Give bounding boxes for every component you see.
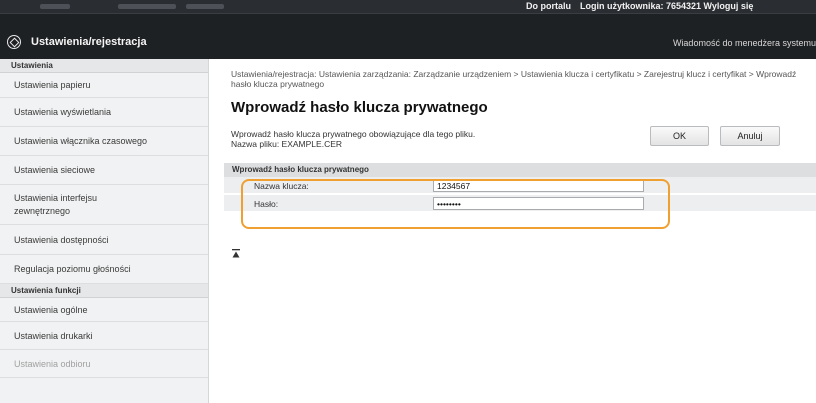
sidebar-item-label: Ustawienia włącznika czasowego [14,136,148,146]
sidebar-item-label: Ustawienia drukarki [14,330,93,341]
sidebar-item-network[interactable]: Ustawienia sieciowe [0,156,208,185]
main-content: Ustawienia/rejestracja: Ustawienia zarzą… [209,59,816,403]
sidebar-item-label: Ustawienia dostępności [14,234,109,245]
sidebar-item-volume[interactable]: Regulacja poziomu głośności [0,255,208,284]
ok-button[interactable]: OK [650,126,709,146]
highlight-outline [241,179,670,229]
info-instruction: Wprowadź hasło klucza prywatnego obowiąz… [231,129,476,139]
panel-title: Wprowadź hasło klucza prywatnego [224,163,816,177]
sidebar-item-label: Ustawienia sieciowe [14,165,96,175]
sidebar-item-printer[interactable]: Ustawienia drukarki [0,322,208,350]
sidebar-item-accessibility[interactable]: Ustawienia dostępności [0,225,208,255]
sidebar-item-label: Ustawienia ogólne [14,304,88,315]
private-key-password-panel: Wprowadź hasło klucza prywatnego Nazwa k… [224,163,816,233]
sidebar-item-label: Ustawienia wyświetlania [14,107,112,117]
sidebar-item-receive[interactable]: Ustawienia odbioru [0,350,208,378]
scroll-to-top-icon[interactable] [232,249,240,258]
cancel-button[interactable]: Anuluj [720,126,780,146]
sidebar-item-external-interface[interactable]: Ustawienia interfejsu zewnętrznego [0,185,208,225]
blurred-text [118,4,176,9]
breadcrumb[interactable]: Ustawienia/rejestracja: Ustawienia zarzą… [231,69,811,89]
settings-logo-icon [7,35,21,49]
sidebar-section-functions: Ustawienia funkcji [0,284,208,298]
sidebar-item-label: Ustawienia papieru [14,80,91,90]
sidebar-item-paper[interactable]: Ustawienia papieru [0,73,208,98]
sidebar-item-timer[interactable]: Ustawienia włącznika czasowego [0,127,208,156]
sidebar-item-label: Ustawienia interfejsu zewnętrznego [14,192,98,216]
blurred-text [186,4,224,9]
top-bar: Do portalu Login użytkownika: 7654321 Wy… [0,0,816,13]
page-title: Wprowadź hasło klucza prywatnego [231,99,488,116]
login-status[interactable]: Login użytkownika: 7654321 Wyloguj się [580,1,753,11]
sidebar-item-general[interactable]: Ustawienia ogólne [0,298,208,322]
app-title: Ustawienia/rejestracja [31,36,147,48]
message-to-admin-link[interactable]: Wiadomość do menedżera systemu [673,38,816,48]
app-header: Ustawienia/rejestracja Wiadomość do mene… [0,13,816,59]
sidebar-item-label: Regulacja poziomu głośności [14,264,131,274]
info-text: Wprowadź hasło klucza prywatnego obowiąz… [231,129,475,149]
sidebar-section-settings: Ustawienia [0,59,208,73]
blurred-text [40,4,70,9]
sidebar-item-label: Ustawienia odbioru [14,358,91,369]
portal-link[interactable]: Do portalu [526,1,571,11]
file-name-text: Nazwa pliku: EXAMPLE.CER [231,139,343,149]
sidebar: Ustawienia Ustawienia papieru Ustawienia… [0,59,209,403]
sidebar-item-display[interactable]: Ustawienia wyświetlania [0,98,208,127]
